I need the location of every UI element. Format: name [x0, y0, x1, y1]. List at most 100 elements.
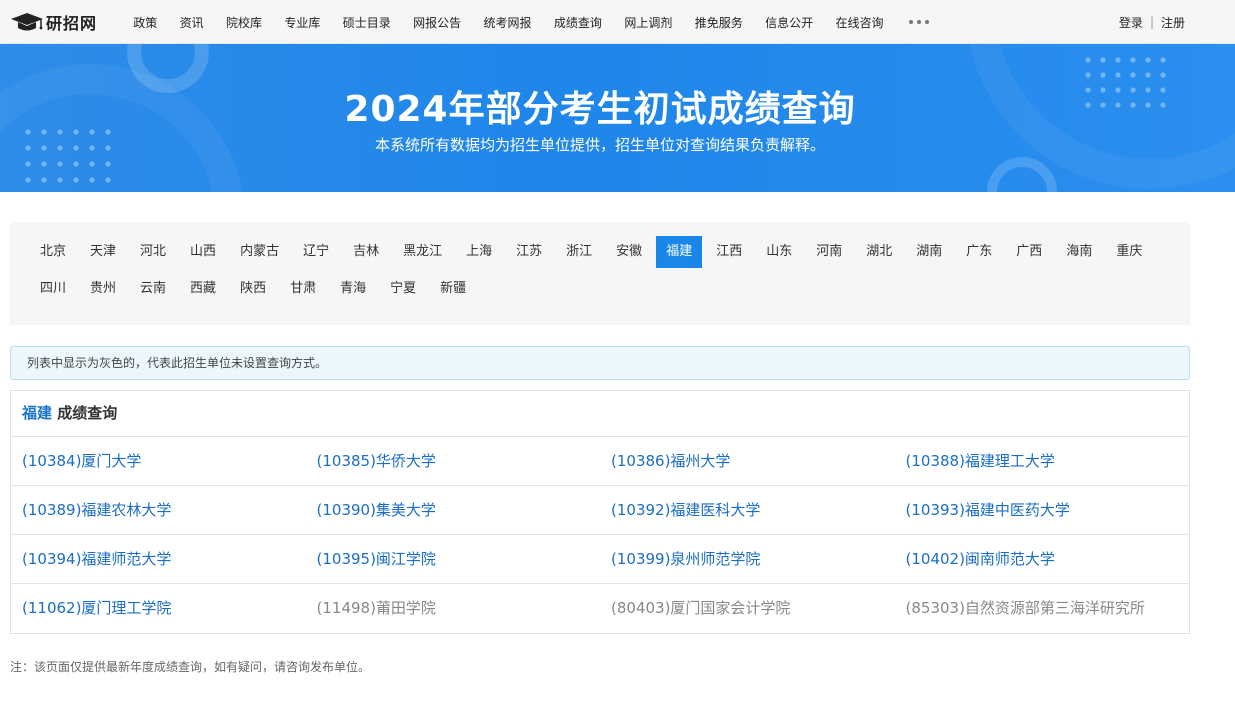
nav-item-3[interactable]: 专业库 — [284, 14, 320, 31]
province-list: 北京 天津 河北 山西 内蒙古 辽宁 吉林 黑龙江 上海 江苏 浙江 安徽 福建 江西 山东 河南 湖北 湖南 广东… — [30, 236, 1180, 310]
province-item-10[interactable]: 浙江 — [556, 236, 602, 268]
school-cell: (10402)闽南师范大学 — [895, 535, 1190, 583]
school-cell: (10394)福建师范大学 — [11, 535, 306, 583]
province-item-16[interactable]: 湖北 — [856, 236, 902, 268]
school-cell: (10393)福建中医药大学 — [895, 486, 1190, 534]
school-link[interactable]: (10384)厦门大学 — [22, 452, 141, 470]
province-item-17[interactable]: 湖南 — [906, 236, 952, 268]
register-link[interactable]: 注册 — [1161, 14, 1185, 31]
school-link[interactable]: (10386)福州大学 — [611, 452, 730, 470]
province-item-22[interactable]: 四川 — [30, 273, 76, 305]
school-link[interactable]: (10394)福建师范大学 — [22, 550, 171, 568]
school-cell: (10385)华侨大学 — [306, 437, 601, 485]
school-cell: (10390)集美大学 — [306, 486, 601, 534]
province-item-27[interactable]: 甘肃 — [280, 273, 326, 305]
province-item-7[interactable]: 黑龙江 — [393, 236, 452, 268]
school-link[interactable]: (10389)福建农林大学 — [22, 501, 171, 519]
school-cell: (11062)厦门理工学院 — [11, 584, 306, 633]
school-cell: (10389)福建农林大学 — [11, 486, 306, 534]
school-cell: (10388)福建理工大学 — [895, 437, 1190, 485]
school-link[interactable]: (10399)泉州师范学院 — [611, 550, 760, 568]
school-cell: (11498)莆田学院 — [306, 584, 601, 633]
province-item-6[interactable]: 吉林 — [343, 236, 389, 268]
province-item-28[interactable]: 青海 — [330, 273, 376, 305]
nav-item-1[interactable]: 资讯 — [180, 14, 204, 31]
results-province-name: 福建 — [22, 404, 53, 422]
province-item-20[interactable]: 海南 — [1056, 236, 1102, 268]
info-notice: 列表中显示为灰色的，代表此招生单位未设置查询方式。 — [10, 346, 1190, 380]
nav-item-11[interactable]: 在线咨询 — [835, 14, 883, 31]
province-item-9[interactable]: 江苏 — [506, 236, 552, 268]
graduation-cap-icon — [11, 13, 43, 31]
table-row: (10389)福建农林大学 (10390)集美大学 (10392)福建医科大学 (10… — [11, 486, 1189, 535]
school-link[interactable]: (10390)集美大学 — [317, 501, 436, 519]
site-name: 研招网 — [46, 14, 98, 33]
province-selector: 北京 天津 河北 山西 内蒙古 辽宁 吉林 黑龙江 上海 江苏 浙江 安徽 福建 江西 山东 河南 湖北 湖南 广东… — [10, 222, 1190, 325]
results-table: (10384)厦门大学 (10385)华侨大学 (10386)福州大学 (10388)… — [11, 437, 1189, 633]
hero-banner: 2024年部分考生初试成绩查询 本系统所有数据均为招生单位提供，招生单位对查询结… — [0, 44, 1235, 192]
results-heading: 福建 成绩查询 — [11, 391, 1189, 437]
table-row: (10384)厦门大学 (10385)华侨大学 (10386)福州大学 (10388)… — [11, 437, 1189, 486]
login-link[interactable]: 登录 — [1119, 14, 1143, 31]
top-navigation-bar: 研招网 政策 资讯 院校库 专业库 硕士目录 网报公告 统考网报 成绩查询 网上调剂 推免服务 信息… — [0, 0, 1235, 44]
school-name-disabled: (11498)莆田学院 — [316, 599, 436, 617]
school-link[interactable]: (11062)厦门理工学院 — [22, 599, 171, 617]
school-cell: (80403)厦门国家会计学院 — [600, 584, 895, 633]
province-item-23[interactable]: 贵州 — [80, 273, 126, 305]
school-cell: (10392)福建医科大学 — [600, 486, 895, 534]
nav-item-5[interactable]: 网报公告 — [413, 14, 461, 31]
province-item-29[interactable]: 宁夏 — [380, 273, 426, 305]
footer-note: 注：该页面仅提供最新年度成绩查询，如有疑问，请咨询发布单位。 — [10, 660, 371, 674]
school-link[interactable]: (10385)华侨大学 — [317, 452, 436, 470]
province-item-21[interactable]: 重庆 — [1106, 236, 1152, 268]
school-cell: (10384)厦门大学 — [11, 437, 306, 485]
site-logo[interactable]: 研招网 — [10, 11, 97, 33]
school-link[interactable]: (10388)福建理工大学 — [906, 452, 1055, 470]
nav-item-4[interactable]: 硕士目录 — [343, 14, 391, 31]
province-item-24[interactable]: 云南 — [130, 273, 176, 305]
user-link-separator: | — [1149, 15, 1154, 29]
nav-item-6[interactable]: 统考网报 — [484, 14, 532, 31]
school-cell: (10399)泉州师范学院 — [600, 535, 895, 583]
province-item-3[interactable]: 山西 — [180, 236, 226, 268]
banner-subtitle: 本系统所有数据均为招生单位提供，招生单位对查询结果负责解释。 — [374, 136, 825, 154]
school-link[interactable]: (10392)福建医科大学 — [611, 501, 760, 519]
school-cell: (85303)自然资源部第三海洋研究所 — [895, 584, 1190, 633]
nav-item-7[interactable]: 成绩查询 — [554, 14, 602, 31]
province-item-14[interactable]: 山东 — [756, 236, 802, 268]
province-item-26[interactable]: 陕西 — [230, 273, 276, 305]
table-row: (10394)福建师范大学 (10395)闽江学院 (10399)泉州师范学院 (10… — [11, 535, 1189, 584]
province-item-0[interactable]: 北京 — [30, 236, 76, 268]
province-item-25[interactable]: 西藏 — [180, 273, 226, 305]
province-item-4[interactable]: 内蒙古 — [230, 236, 289, 268]
school-link[interactable]: (10402)闽南师范大学 — [906, 550, 1055, 568]
province-item-5[interactable]: 辽宁 — [293, 236, 339, 268]
main-nav: 政策 资讯 院校库 专业库 硕士目录 网报公告 统考网报 成绩查询 网上调剂 推免服务 信息公开 在线… — [122, 0, 931, 44]
province-item-30[interactable]: 新疆 — [430, 273, 476, 305]
results-heading-suffix: 成绩查询 — [52, 404, 118, 422]
province-item-11[interactable]: 安徽 — [606, 236, 652, 268]
province-item-15[interactable]: 河南 — [806, 236, 852, 268]
nav-item-9[interactable]: 推免服务 — [695, 14, 743, 31]
province-item-8[interactable]: 上海 — [456, 236, 502, 268]
nav-item-8[interactable]: 网上调剂 — [624, 14, 672, 31]
school-link[interactable]: (10395)闽江学院 — [317, 550, 436, 568]
province-item-18[interactable]: 广东 — [956, 236, 1002, 268]
school-cell: (10386)福州大学 — [600, 437, 895, 485]
province-item-13[interactable]: 江西 — [706, 236, 752, 268]
school-name-disabled: (80403)厦门国家会计学院 — [611, 599, 791, 617]
nav-item-10[interactable]: 信息公开 — [765, 14, 813, 31]
school-link[interactable]: (10393)福建中医药大学 — [906, 501, 1070, 519]
province-item-19[interactable]: 广西 — [1006, 236, 1052, 268]
province-item-2[interactable]: 河北 — [130, 236, 176, 268]
score-query-results: 福建 成绩查询 (10384)厦门大学 (10385)华侨大学 (10386)福州大… — [10, 390, 1190, 634]
banner-title: 2024年部分考生初试成绩查询 — [344, 89, 856, 130]
nav-item-0[interactable]: 政策 — [133, 14, 157, 31]
table-row: (11062)厦门理工学院 (11498)莆田学院 (80403)厦门国家会计学院 (… — [11, 584, 1189, 633]
user-links: 登录 | 注册 — [1119, 0, 1185, 44]
more-dots-icon[interactable] — [907, 20, 931, 24]
nav-item-2[interactable]: 院校库 — [226, 14, 262, 31]
school-cell: (10395)闽江学院 — [306, 535, 601, 583]
province-item-1[interactable]: 天津 — [80, 236, 126, 268]
province-item-12[interactable]: 福建 — [656, 236, 703, 268]
